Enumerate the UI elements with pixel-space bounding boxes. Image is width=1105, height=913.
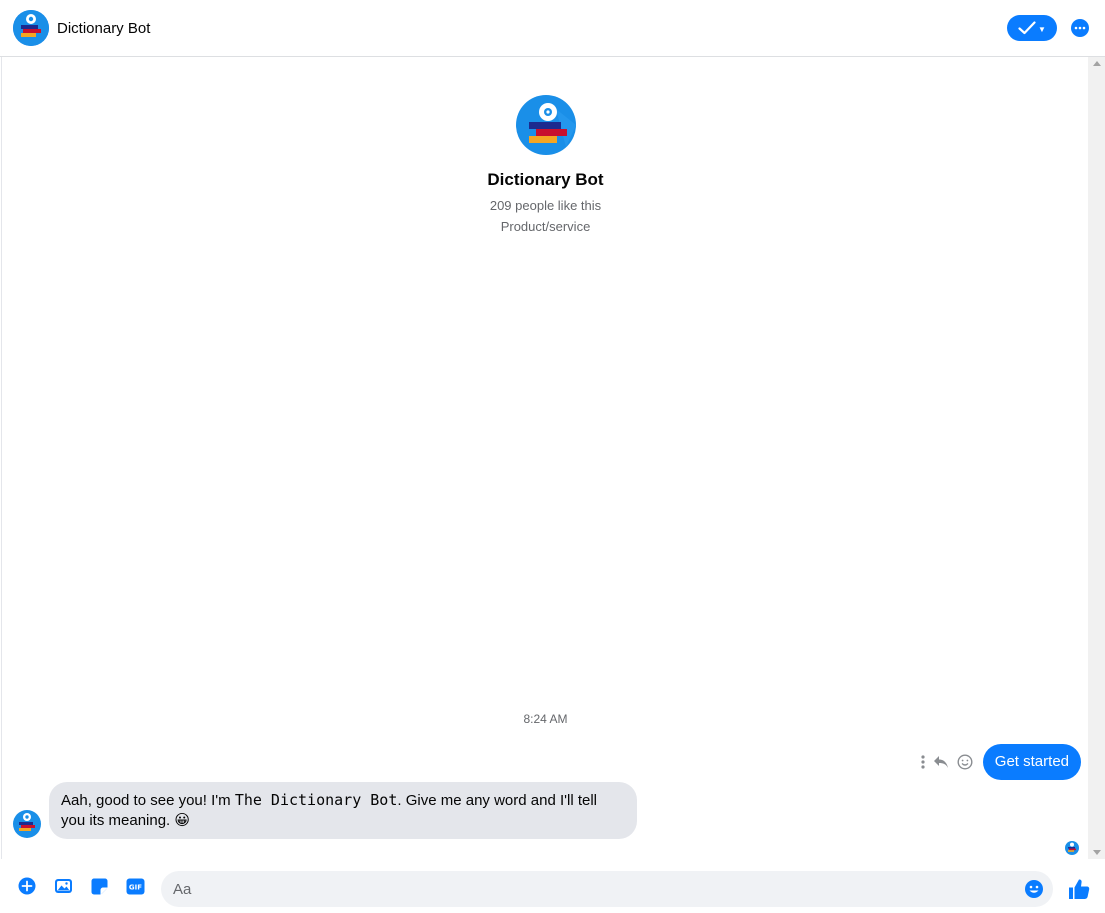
more-icon (1074, 26, 1086, 30)
profile-likes: 209 people like this (489, 198, 602, 213)
message-thread[interactable]: Dictionary Bot 209 people like this Prod… (1, 57, 1088, 859)
message-input[interactable] (161, 871, 1001, 907)
conversation-options-button[interactable] (1071, 19, 1089, 37)
thumbs-up-icon[interactable] (1068, 878, 1090, 900)
conversation-header: Dictionary Bot ▼ (0, 0, 1105, 57)
profile-intro: Dictionary Bot 209 people like this Prod… (2, 95, 1089, 234)
message-text: Aah, good to see you! I'm (61, 792, 235, 809)
message-actions (913, 754, 973, 770)
message-input-container (161, 871, 1053, 907)
react-icon[interactable] (957, 754, 973, 770)
header-title[interactable]: Dictionary Bot (57, 20, 150, 37)
message-composer: GIF (0, 859, 1105, 913)
sticker-icon (91, 878, 107, 894)
emoji-icon[interactable] (1024, 879, 1044, 899)
incoming-message-row: Aah, good to see you! I'm The Dictionary… (13, 782, 637, 839)
scroll-up-icon[interactable] (1093, 61, 1101, 66)
more-vertical-icon[interactable] (921, 755, 925, 769)
scroll-down-icon[interactable] (1093, 850, 1101, 855)
checkmark-icon (1018, 21, 1036, 35)
mark-done-button[interactable]: ▼ (1007, 15, 1057, 41)
grinning-emoji-icon: 😀 (174, 812, 191, 829)
svg-text:GIF: GIF (128, 883, 141, 891)
bot-avatar-icon[interactable] (13, 810, 41, 838)
plus-icon (18, 877, 36, 895)
header-actions: ▼ (1007, 15, 1089, 41)
outgoing-message-bubble[interactable]: Get started (982, 744, 1081, 780)
chevron-down-icon: ▼ (1038, 24, 1046, 34)
bot-avatar-icon[interactable] (13, 10, 49, 46)
gif-button[interactable]: GIF (125, 876, 145, 896)
attach-image-button[interactable] (53, 876, 73, 896)
outgoing-message-row: Get started (913, 744, 1081, 780)
image-icon (54, 879, 72, 893)
profile-name[interactable]: Dictionary Bot (2, 170, 1089, 190)
gif-icon: GIF (126, 878, 144, 894)
more-actions-button[interactable] (17, 876, 37, 896)
message-timestamp: 8:24 AM (523, 712, 568, 726)
reply-icon[interactable] (933, 755, 949, 769)
messenger-window: Dictionary Bot ▼ Dictionary Bot 209 peop… (0, 0, 1105, 913)
seen-receipt-avatar-icon (1065, 841, 1079, 855)
sticker-button[interactable] (89, 876, 109, 896)
incoming-message-bubble[interactable]: Aah, good to see you! I'm The Dictionary… (49, 782, 637, 839)
bot-profile-avatar-icon[interactable] (515, 95, 576, 155)
thread-scrollbar[interactable] (1088, 57, 1105, 859)
profile-category: Product/service (500, 219, 591, 234)
bot-name-code: The Dictionary Bot (234, 791, 398, 809)
